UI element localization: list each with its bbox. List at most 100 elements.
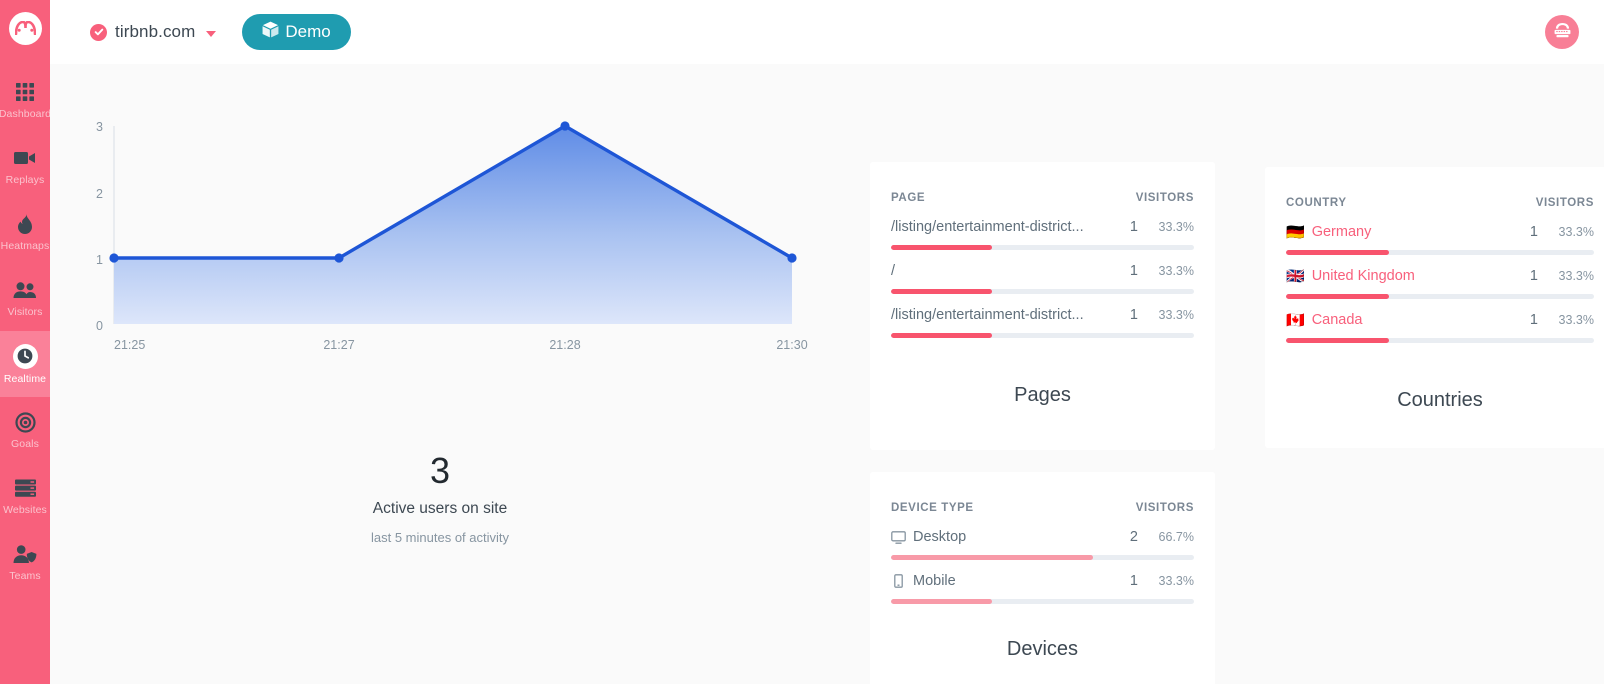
pages-col-visitors: VISITORS xyxy=(1135,192,1194,204)
list-item-label[interactable]: /listing/entertainment-district... xyxy=(891,219,1104,235)
devices-col-visitors: VISITORS xyxy=(1135,502,1194,514)
list-item-text: Canada xyxy=(1311,312,1363,328)
chart-point-0[interactable] xyxy=(109,253,119,263)
list-item-bar-track xyxy=(891,555,1194,560)
active-users-sublabel: last 5 minutes of activity xyxy=(371,530,509,545)
topbar: tirbnb.com Demo xyxy=(50,0,1604,64)
list-item-bar-fill xyxy=(1286,338,1389,343)
x-tick-2: 21:28 xyxy=(549,338,580,352)
list-item-count: 1 xyxy=(1529,312,1538,328)
list-item-bar-fill xyxy=(1286,250,1389,255)
list-item-text: United Kingdom xyxy=(1311,268,1415,284)
list-item-bar-track xyxy=(891,289,1194,294)
list-item-text: Desktop xyxy=(913,529,967,545)
devices-card-header: DEVICE TYPE VISITORS xyxy=(891,502,1194,514)
demo-button[interactable]: Demo xyxy=(242,14,351,50)
sidebar-item-websites[interactable]: Websites xyxy=(0,463,50,529)
sidebar-item-realtime[interactable]: Realtime xyxy=(0,331,50,397)
list-item-text: /listing/entertainment-district... xyxy=(891,307,1084,323)
countries-col-visitors: VISITORS xyxy=(1535,197,1594,209)
list-item-percent: 33.3% xyxy=(1158,308,1194,322)
sidebar-item-replays[interactable]: Replays xyxy=(0,133,50,199)
list-item-text: / xyxy=(891,263,896,279)
countries-row-list: 🇩🇪 Germany 1 33.3% 🇬🇧 United Kingdom 1 33.3% 🇨🇦 C… xyxy=(1286,221,1594,343)
list-item-label[interactable]: 🇨🇦 Canada xyxy=(1286,312,1504,328)
devices-row-list: Desktop 2 66.7% Mobile 1 33.3% xyxy=(891,526,1194,604)
list-item-line: 🇩🇪 Germany 1 33.3% xyxy=(1286,221,1594,243)
sidebar-item-visitors[interactable]: Visitors xyxy=(0,265,50,331)
chart-area-fill xyxy=(114,126,792,324)
list-item-label[interactable]: / xyxy=(891,263,1104,279)
chart-point-3[interactable] xyxy=(787,253,797,263)
countries-card: COUNTRY VISITORS 🇩🇪 Germany 1 33.3% 🇬🇧 United… xyxy=(1265,167,1604,448)
active-users-label: Active users on site xyxy=(372,500,508,517)
list-item-label[interactable]: 🇬🇧 United Kingdom xyxy=(1286,268,1504,284)
list-item-count: 1 xyxy=(1529,268,1538,284)
list-item-line: Mobile 1 33.3% xyxy=(891,570,1194,592)
list-item-count: 1 xyxy=(1129,263,1138,279)
clock-icon xyxy=(12,343,38,369)
list-item-bar-fill xyxy=(891,333,992,338)
devices-card-title: Devices xyxy=(1006,638,1079,660)
sidebar-item-label: Teams xyxy=(9,570,41,582)
list-item-bar-fill xyxy=(891,599,992,604)
list-item-label[interactable]: Mobile xyxy=(891,573,1104,589)
y-tick-2: 2 xyxy=(96,187,103,201)
list-item-line: /listing/entertainment-district... 1 33.3% xyxy=(891,304,1194,326)
countries-card-title: Countries xyxy=(1397,389,1483,411)
list-item[interactable]: /listing/entertainment-district... 1 33.3% xyxy=(891,304,1194,338)
list-item-count: 1 xyxy=(1129,573,1138,589)
countries-card-body: COUNTRY VISITORS 🇩🇪 Germany 1 33.3% 🇬🇧 United… xyxy=(1265,167,1604,343)
site-selector[interactable]: tirbnb.com xyxy=(90,22,217,42)
sidebar-item-dashboard[interactable]: Dashboard xyxy=(0,67,50,133)
chart-point-2[interactable] xyxy=(560,121,570,131)
list-item-text: /listing/entertainment-district... xyxy=(891,219,1084,235)
list-item-bar-fill xyxy=(891,245,992,250)
user-shield-icon xyxy=(13,542,37,566)
list-item-label[interactable]: /listing/entertainment-district... xyxy=(891,307,1104,323)
list-item[interactable]: / 1 33.3% xyxy=(891,260,1194,294)
pages-card-body: PAGE VISITORS /listing/entertainment-dis… xyxy=(870,162,1215,338)
list-item[interactable]: 🇩🇪 Germany 1 33.3% xyxy=(1286,221,1594,255)
pages-col-page: PAGE xyxy=(891,192,926,204)
list-item[interactable]: 🇬🇧 United Kingdom 1 33.3% xyxy=(1286,265,1594,299)
list-item-percent: 33.3% xyxy=(1558,313,1594,327)
list-item-label[interactable]: 🇩🇪 Germany xyxy=(1286,224,1504,240)
sidebar-item-teams[interactable]: Teams xyxy=(0,529,50,595)
list-item-bar-track xyxy=(1286,250,1594,255)
list-item[interactable]: Desktop 2 66.7% xyxy=(891,526,1194,560)
sidebar-item-label: Visitors xyxy=(7,306,43,318)
list-item-bar-track xyxy=(891,333,1194,338)
users-icon xyxy=(13,278,37,302)
list-item-count: 2 xyxy=(1129,529,1138,545)
pages-row-list: /listing/entertainment-district... 1 33.3%… xyxy=(891,216,1194,338)
chart-svg: 3 2 1 0 21:25 21:27 21:28 21:30 xyxy=(96,120,808,352)
list-item[interactable]: 🇨🇦 Canada 1 33.3% xyxy=(1286,309,1594,343)
list-item-bar-track xyxy=(1286,338,1594,343)
caret-down-icon[interactable] xyxy=(206,30,217,37)
cube-icon xyxy=(262,21,279,43)
sidebar-item-heatmaps[interactable]: Heatmaps xyxy=(0,199,50,265)
list-item-bar-fill xyxy=(1286,294,1389,299)
list-item[interactable]: /listing/entertainment-district... 1 33.3% xyxy=(891,216,1194,250)
site-name: tirbnb.com xyxy=(115,22,196,41)
list-item-percent: 33.3% xyxy=(1158,264,1194,278)
sidebar-item-label: Realtime xyxy=(3,372,47,385)
list-item-line: Desktop 2 66.7% xyxy=(891,526,1194,548)
list-item-percent: 33.3% xyxy=(1158,220,1194,234)
list-item-line: 🇨🇦 Canada 1 33.3% xyxy=(1286,309,1594,331)
list-item-count: 1 xyxy=(1129,307,1138,323)
list-item-label[interactable]: Desktop xyxy=(891,529,1104,545)
devices-card-body: DEVICE TYPE VISITORS Desktop 2 66.7% Mobile… xyxy=(870,472,1215,604)
active-users-count: 3 xyxy=(429,450,451,491)
brand-logo[interactable] xyxy=(0,3,50,53)
list-item-text: Germany xyxy=(1311,224,1372,240)
list-item[interactable]: Mobile 1 33.3% xyxy=(891,570,1194,604)
chart-point-1[interactable] xyxy=(334,253,344,263)
list-item-text: Mobile xyxy=(913,573,956,589)
x-tick-0: 21:25 xyxy=(114,338,145,352)
support-phone-button[interactable] xyxy=(1545,15,1579,49)
pages-card-header: PAGE VISITORS xyxy=(891,192,1194,204)
sidebar-item-label: Dashboard xyxy=(0,108,50,120)
sidebar-item-goals[interactable]: Goals xyxy=(0,397,50,463)
